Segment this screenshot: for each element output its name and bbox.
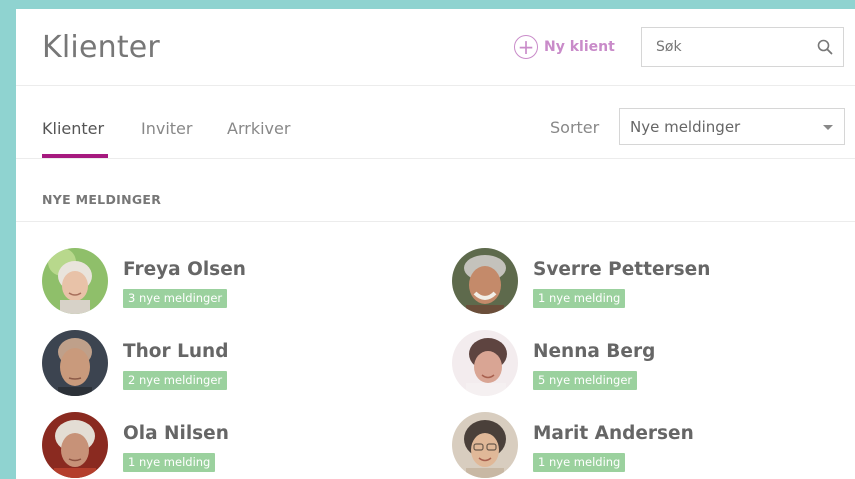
client-item[interactable]: Ola Nilsen 1 nye melding [42,412,422,479]
client-name: Freya Olsen [123,259,246,280]
avatar [452,330,518,396]
message-count-badge: 3 nye meldinger [123,289,228,308]
message-count-badge: 2 nye meldinger [123,371,228,390]
avatar [42,330,108,396]
message-count-badge: 1 nye melding [123,453,216,472]
client-item[interactable]: Marit Andersen 1 nye melding [452,412,832,479]
tab-arrkiver[interactable]: Arrkiver [227,119,290,138]
page-title: Klienter [42,30,160,65]
plus-circle-icon: + [514,35,538,59]
avatar [42,248,108,314]
search-input[interactable] [642,28,802,66]
sort-selected-value: Nye meldinger [630,118,741,136]
client-item[interactable]: Nenna Berg 5 nye meldinger [452,330,832,398]
avatar [452,412,518,478]
tab-inviter[interactable]: Inviter [141,119,192,138]
tabs-row: Klienter Inviter Arrkiver Sorter Nye mel… [16,86,855,159]
client-name: Thor Lund [123,341,229,362]
chevron-down-icon [823,125,833,130]
sort-select[interactable]: Nye meldinger [619,108,845,145]
section-header: NYE MELDINGER [16,159,855,222]
search-box [641,27,844,67]
tab-klienter[interactable]: Klienter [42,119,104,138]
new-client-label: Ny klient [544,39,615,55]
message-count-badge: 5 nye meldinger [533,371,638,390]
client-item[interactable]: Thor Lund 2 nye meldinger [42,330,422,398]
client-item[interactable]: Freya Olsen 3 nye meldinger [42,248,422,316]
client-item[interactable]: Sverre Pettersen 1 nye melding [452,248,832,316]
page-header: Klienter + Ny klient [16,9,855,86]
avatar [42,412,108,478]
client-name: Marit Andersen [533,423,694,444]
avatar [452,248,518,314]
message-count-badge: 1 nye melding [533,453,626,472]
client-name: Ola Nilsen [123,423,229,444]
search-icon[interactable] [817,39,833,55]
new-client-button[interactable]: + Ny klient [514,33,615,61]
client-name: Nenna Berg [533,341,656,362]
active-tab-indicator [42,154,108,158]
sort-label: Sorter [550,118,600,137]
client-name: Sverre Pettersen [533,259,711,280]
clients-panel: Klienter + Ny klient Klienter Inviter Ar… [16,9,855,479]
section-title: NYE MELDINGER [42,192,162,207]
message-count-badge: 1 nye melding [533,289,626,308]
